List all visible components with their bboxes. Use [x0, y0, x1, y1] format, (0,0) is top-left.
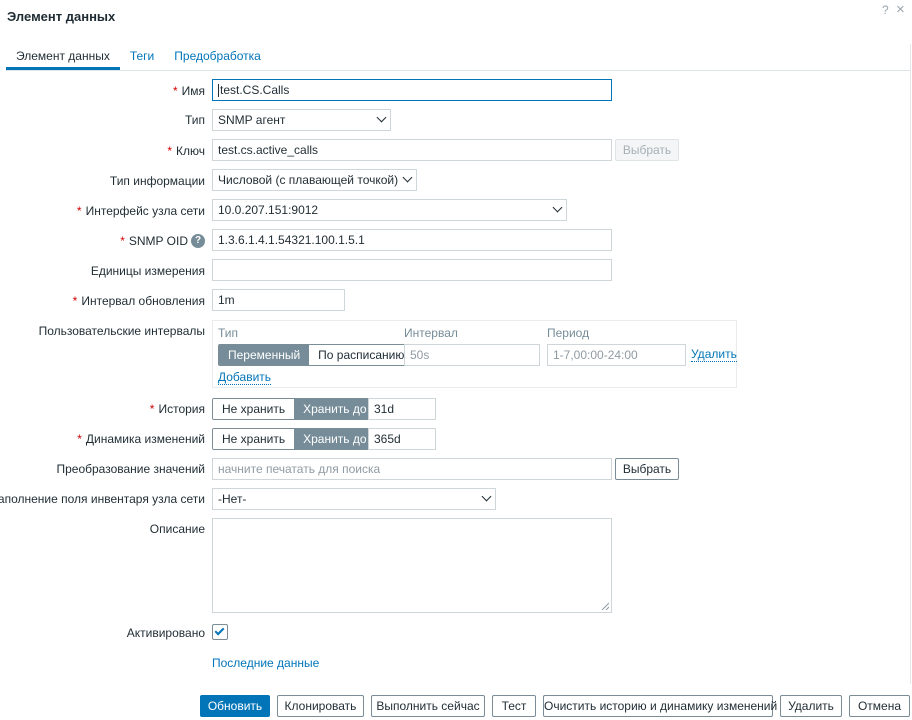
trends-do-not-keep[interactable]: Не хранить: [213, 429, 295, 449]
dialog-title: Элемент данных: [7, 9, 116, 24]
remove-interval-link[interactable]: Удалить: [691, 348, 737, 362]
trends-toggle: Не хранить Хранить до: [212, 428, 377, 450]
question-icon[interactable]: ?: [191, 233, 205, 248]
chevron-down-icon: [552, 202, 563, 213]
resize-handle-icon[interactable]: [601, 602, 609, 610]
interface-label: * Интерфейс узла сети: [76, 204, 205, 218]
chevron-down-icon: [481, 491, 492, 502]
interface-select[interactable]: 10.0.207.151:9012: [212, 199, 567, 221]
update-interval-input[interactable]: 1m: [212, 289, 345, 311]
period-input[interactable]: 1-7,00:00-24:00: [547, 344, 686, 366]
trends-keep-for[interactable]: Хранить до: [294, 429, 376, 449]
key-label: * Ключ: [167, 144, 205, 158]
history-label: * История: [149, 402, 205, 416]
execute-now-button[interactable]: Выполнить сейчас: [371, 695, 485, 717]
text-cursor: [218, 84, 219, 98]
valuemap-select-button[interactable]: Выбрать: [615, 458, 679, 480]
chevron-down-icon: [376, 112, 387, 123]
history-input[interactable]: 31d: [368, 398, 436, 420]
tabs-divider: [6, 70, 910, 71]
chevron-down-icon: [402, 172, 413, 183]
check-icon: [214, 625, 225, 636]
type-label: Тип: [184, 113, 205, 127]
valuemap-label: Преобразование значений: [56, 462, 205, 476]
clear-history-button[interactable]: Очистить историю и динамику изменений: [543, 695, 777, 717]
close-icon[interactable]: ×: [896, 1, 905, 18]
trends-input[interactable]: 365d: [368, 428, 436, 450]
history-keep-for[interactable]: Хранить до: [294, 399, 376, 419]
help-icon[interactable]: ?: [882, 3, 889, 17]
snmp-oid-input[interactable]: 1.3.6.1.4.1.54321.100.1.5.1: [212, 229, 612, 251]
tab-bar: Элемент данных Теги Предобработка: [6, 44, 271, 70]
history-do-not-keep[interactable]: Не хранить: [213, 399, 295, 419]
enabled-label: Активировано: [126, 626, 205, 640]
update-button[interactable]: Обновить: [200, 695, 270, 717]
description-label: Описание: [149, 522, 205, 536]
inventory-select[interactable]: -Нет-: [212, 488, 496, 510]
tab-item[interactable]: Элемент данных: [6, 44, 120, 70]
name-input[interactable]: test.CS.Calls: [212, 79, 612, 101]
type-flexible-option[interactable]: Переменный: [219, 345, 310, 365]
column-period-header: Период: [547, 326, 590, 340]
interval-type-toggle: Переменный По расписанию: [218, 344, 415, 366]
key-select-button[interactable]: Выбрать: [615, 139, 679, 161]
type-select[interactable]: SNMP агент: [212, 109, 391, 131]
add-interval-link[interactable]: Добавить: [218, 371, 272, 385]
delete-button[interactable]: Удалить: [780, 695, 842, 717]
clone-button[interactable]: Клонировать: [277, 695, 364, 717]
info-type-label: Тип информации: [109, 174, 205, 188]
update-interval-label: * Интервал обновления: [72, 294, 205, 308]
interval-input[interactable]: 50s: [404, 344, 540, 366]
column-type-header: Тип: [218, 326, 239, 340]
tab-preprocessing[interactable]: Предобработка: [164, 44, 271, 70]
description-textarea[interactable]: [212, 518, 612, 613]
latest-data-link[interactable]: Последние данные: [212, 656, 319, 670]
units-label: Единицы измерения: [90, 264, 205, 278]
type-scheduling-option[interactable]: По расписанию: [309, 345, 414, 365]
tab-tags[interactable]: Теги: [120, 44, 164, 70]
scrollbar-track[interactable]: [910, 44, 911, 684]
units-input[interactable]: [212, 259, 612, 281]
snmp-oid-label: * SNMP OID?: [120, 233, 205, 248]
test-button[interactable]: Тест: [492, 695, 536, 717]
required-asterisk: *: [172, 84, 178, 98]
enabled-checkbox[interactable]: [212, 624, 228, 640]
inventory-label: Заполнение поля инвентаря узла сети: [0, 492, 205, 506]
trends-label: * Динамика изменений: [77, 432, 205, 446]
valuemap-input[interactable]: начните печатать для поиска: [212, 458, 612, 480]
name-label: * Имя: [172, 84, 205, 98]
custom-intervals-label: Пользовательские интервалы: [38, 324, 205, 338]
history-toggle: Не хранить Хранить до: [212, 398, 377, 420]
info-type-select[interactable]: Числовой (с плавающей точкой): [212, 169, 417, 191]
column-interval-header: Интервал: [404, 326, 458, 340]
cancel-button[interactable]: Отмена: [849, 695, 910, 717]
key-input[interactable]: test.cs.active_calls: [212, 139, 612, 161]
